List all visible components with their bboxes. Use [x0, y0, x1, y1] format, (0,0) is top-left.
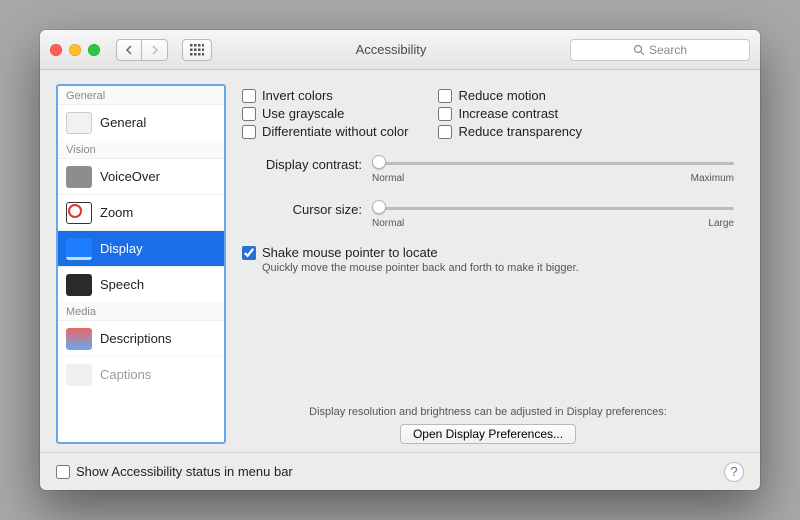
check-show-status-menubar[interactable]: Show Accessibility status in menu bar	[56, 464, 293, 479]
general-icon	[66, 112, 92, 134]
sidebar-item-label: Descriptions	[100, 331, 172, 346]
shake-hint: Quickly move the mouse pointer back and …	[262, 262, 734, 274]
nav-back-forward	[116, 39, 168, 61]
sidebar-item-display[interactable]: Display	[58, 230, 224, 266]
slider-thumb[interactable]	[372, 200, 386, 214]
display-contrast-slider: Display contrast: Normal Maximum	[242, 155, 734, 184]
preferences-window: Accessibility Search General General Vis…	[40, 30, 760, 490]
voiceover-icon	[66, 166, 92, 188]
search-input[interactable]: Search	[570, 39, 750, 61]
window-controls	[50, 44, 100, 56]
display-pane: Invert colors Use grayscale Differentiat…	[238, 84, 744, 444]
cursor-size-slider: Cursor size: Normal Large	[242, 200, 734, 229]
check-differentiate-without-color[interactable]: Differentiate without color	[242, 124, 408, 139]
zoom-window-icon[interactable]	[88, 44, 100, 56]
section-vision: Vision	[58, 140, 224, 158]
check-use-grayscale[interactable]: Use grayscale	[242, 106, 408, 121]
open-display-preferences-button[interactable]: Open Display Preferences...	[400, 424, 576, 444]
sidebar-item-zoom[interactable]: Zoom	[58, 194, 224, 230]
section-media: Media	[58, 302, 224, 320]
sidebar-item-captions[interactable]: Captions	[58, 356, 224, 392]
checkbox[interactable]	[242, 89, 256, 103]
slider-label: Cursor size:	[242, 200, 362, 217]
check-reduce-transparency[interactable]: Reduce transparency	[438, 124, 582, 139]
footer: Show Accessibility status in menu bar ?	[40, 452, 760, 490]
display-icon	[66, 238, 92, 260]
help-icon: ?	[730, 464, 737, 479]
slider-label: Display contrast:	[242, 155, 362, 172]
speech-icon	[66, 274, 92, 296]
slider-track[interactable]	[372, 155, 734, 171]
sidebar-item-label: Display	[100, 241, 143, 256]
search-icon	[633, 44, 645, 56]
sidebar-item-label: Speech	[100, 277, 144, 292]
close-icon[interactable]	[50, 44, 62, 56]
slider-min: Normal	[372, 173, 404, 184]
captions-icon	[66, 364, 92, 386]
checkbox[interactable]	[438, 125, 452, 139]
display-note: Display resolution and brightness can be…	[242, 392, 734, 418]
zoom-icon	[66, 202, 92, 224]
slider-thumb[interactable]	[372, 155, 386, 169]
back-button[interactable]	[116, 39, 142, 61]
check-invert-colors[interactable]: Invert colors	[242, 88, 408, 103]
grid-icon	[190, 44, 204, 56]
checkbox[interactable]	[242, 107, 256, 121]
slider-track[interactable]	[372, 200, 734, 216]
titlebar: Accessibility Search	[40, 30, 760, 70]
sidebar-item-general[interactable]: General	[58, 104, 224, 140]
descriptions-icon	[66, 328, 92, 350]
help-button[interactable]: ?	[724, 462, 744, 482]
sidebar-item-label: Zoom	[100, 205, 133, 220]
checkbox[interactable]	[438, 107, 452, 121]
sidebar-item-label: Captions	[100, 367, 151, 382]
checkbox[interactable]	[242, 246, 256, 260]
checkbox[interactable]	[56, 465, 70, 479]
check-shake-to-locate[interactable]: Shake mouse pointer to locate	[242, 245, 734, 260]
sidebar-item-voiceover[interactable]: VoiceOver	[58, 158, 224, 194]
window-title: Accessibility	[220, 42, 562, 57]
slider-min: Normal	[372, 218, 404, 229]
sidebar-item-speech[interactable]: Speech	[58, 266, 224, 302]
slider-max: Maximum	[691, 173, 734, 184]
forward-button[interactable]	[142, 39, 168, 61]
checkbox[interactable]	[242, 125, 256, 139]
category-sidebar: General General Vision VoiceOver Zoom	[56, 84, 226, 444]
show-all-button[interactable]	[182, 39, 212, 61]
sidebar-item-descriptions[interactable]: Descriptions	[58, 320, 224, 356]
check-increase-contrast[interactable]: Increase contrast	[438, 106, 582, 121]
check-reduce-motion[interactable]: Reduce motion	[438, 88, 582, 103]
slider-max: Large	[708, 218, 734, 229]
minimize-icon[interactable]	[69, 44, 81, 56]
checkbox[interactable]	[438, 89, 452, 103]
sidebar-item-label: VoiceOver	[100, 169, 160, 184]
section-general: General	[58, 86, 224, 104]
sidebar-item-label: General	[100, 115, 146, 130]
search-placeholder: Search	[649, 43, 687, 57]
